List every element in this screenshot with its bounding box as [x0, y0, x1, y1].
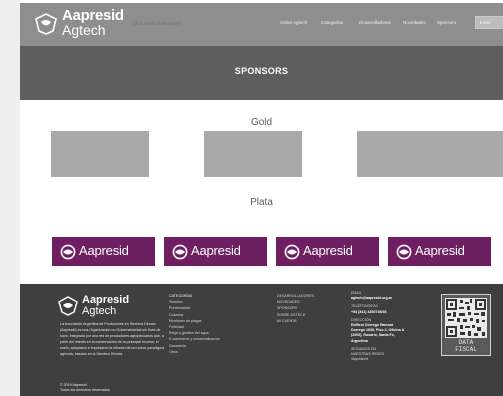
footer-copyright: © 2019 Aapresid Todos los derechos reser… — [60, 383, 110, 392]
qr-label: DATA — [458, 339, 474, 346]
sponsor-name: Aapresid — [79, 243, 129, 258]
nav-item-categorias[interactable]: Categorías — [321, 20, 343, 25]
sponsor-name: Aapresid — [303, 243, 353, 258]
footer-about-text: La Asociación Argentina de Productores e… — [60, 322, 165, 357]
plata-section-title: Plata — [250, 197, 273, 208]
search-input[interactable] — [128, 15, 206, 33]
sponsor-name: Aapresid — [415, 243, 465, 258]
qr-label: FISCAL — [455, 346, 477, 353]
aapresid-logo-icon — [284, 244, 300, 260]
plata-sponsor-card[interactable]: Aapresid — [388, 237, 491, 266]
gold-sponsor-slot[interactable] — [204, 131, 302, 177]
footer-category-link[interactable]: Otros — [169, 349, 220, 355]
gold-sponsor-slot[interactable] — [357, 131, 503, 177]
hero-banner: SPONSORS — [20, 46, 503, 100]
footer-links: DESARROLLADORES NOVEDADES SPONSORS SOBRE… — [277, 293, 314, 324]
top-header: Aapresid Agtech Sobre Agtech Categorías … — [20, 3, 503, 46]
footer-contact: EMAIL agtech@aapresid.org.ar TELÉFONO/FA… — [351, 291, 436, 362]
aapresid-logo-icon — [35, 13, 57, 35]
header-logo[interactable]: Aapresid Agtech — [32, 8, 124, 41]
nav-item-desarrolladores[interactable]: Desarrolladores — [359, 20, 391, 25]
sponsor-name: Aapresid — [191, 243, 241, 258]
nav-item-novedades[interactable]: Novedades — [403, 20, 426, 25]
footer-email[interactable]: agtech@aapresid.org.ar — [351, 296, 436, 301]
aapresid-logo-icon — [60, 244, 76, 260]
plata-sponsor-card[interactable]: Aapresid — [164, 237, 267, 266]
gold-section-title: Gold — [250, 117, 273, 128]
site-footer: Aapresid Agtech La Asociación Argentina … — [20, 284, 503, 396]
aapresid-logo-icon — [58, 296, 78, 316]
footer-categories: CATEGORÍAS Siembra Pulverización Cosecha… — [169, 293, 220, 355]
data-fiscal-qr[interactable]: DATA FISCAL — [441, 294, 491, 356]
page: Aapresid Agtech Sobre Agtech Categorías … — [20, 0, 503, 396]
logo-subname: Agtech — [62, 22, 106, 38]
footer-category-link[interactable]: E-commerce y comercialización — [169, 336, 220, 342]
footer-social-link[interactable]: /AapAtecH — [351, 357, 436, 362]
gold-sponsor-slot[interactable] — [51, 131, 149, 177]
footer-logo[interactable]: Aapresid Agtech — [58, 292, 148, 320]
nav-button[interactable]: Inicio — [475, 16, 503, 29]
plata-sponsor-card[interactable]: Aapresid — [276, 237, 379, 266]
footer-link[interactable]: MI CUENTA — [277, 318, 314, 324]
page-title: SPONSORS — [234, 66, 289, 76]
qr-code-icon — [445, 298, 487, 338]
footer-phone: +54 (341) 4260745/46 — [351, 309, 387, 314]
aapresid-logo-icon — [396, 244, 412, 260]
nav-item-sponsors[interactable]: Sponsors — [437, 20, 456, 25]
footer-logo-subname: Agtech — [82, 305, 117, 317]
plata-sponsor-card[interactable]: Aapresid — [52, 237, 155, 266]
aapresid-logo-icon — [172, 244, 188, 260]
nav-item-sobre-agtech[interactable]: Sobre Agtech — [280, 20, 307, 25]
